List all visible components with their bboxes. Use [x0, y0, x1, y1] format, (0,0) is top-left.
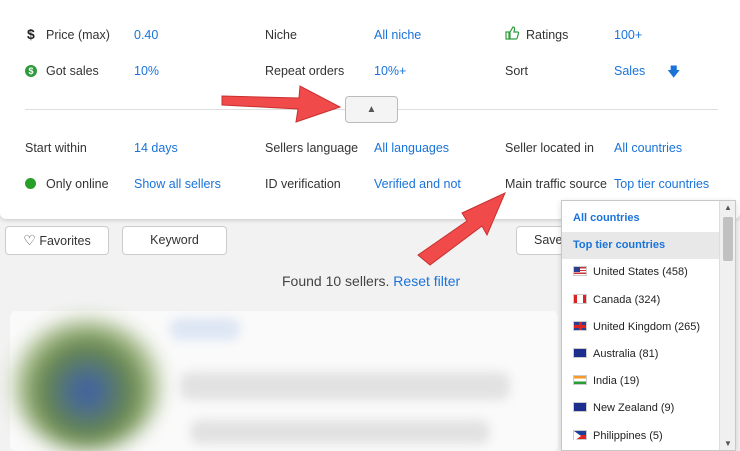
flag-ca-icon [573, 293, 587, 304]
ratings-label: Ratings [526, 28, 569, 42]
sort-label: Sort [505, 64, 528, 78]
flag-us-icon [573, 266, 587, 277]
traffic-source-dropdown: All countries Top tier countries United St… [561, 200, 736, 451]
seller-located-label: Seller located in [505, 141, 594, 155]
keyword-button[interactable]: Keyword [122, 226, 227, 255]
heart-icon: ♡ [23, 232, 36, 248]
collapse-filters-button[interactable]: ▲ [345, 96, 398, 123]
annotation-arrow-icon [221, 85, 342, 123]
dropdown-option[interactable]: United Kingdom (265) [562, 314, 722, 341]
found-count-text: Found 10 sellers. [282, 273, 390, 289]
sellers-language-value[interactable]: All languages [374, 141, 449, 155]
dollar-coin-icon: $ [25, 65, 37, 77]
seller-avatar [12, 318, 162, 451]
dropdown-option[interactable]: Philippines (5) [562, 423, 722, 450]
dropdown-option-label: United Kingdom (265) [593, 320, 701, 333]
got-sales-value[interactable]: 10% [134, 64, 159, 78]
dropdown-option[interactable]: New Zealand (9) [562, 395, 722, 422]
sort-value[interactable]: Sales [614, 64, 645, 78]
got-sales-label: Got sales [46, 64, 99, 78]
dropdown-option-label: Philippines (5) [593, 429, 663, 442]
price-label: Price (max) [46, 28, 110, 42]
thumbs-up-icon [505, 26, 519, 40]
start-within-value[interactable]: 14 days [134, 141, 178, 155]
seller-located-value[interactable]: All countries [614, 141, 682, 155]
sellers-language-label: Sellers language [265, 141, 359, 155]
dropdown-option-label: All countries [573, 212, 640, 224]
niche-value[interactable]: All niche [374, 28, 421, 42]
ratings-value[interactable]: 100+ [614, 28, 642, 42]
flag-ph-icon [573, 429, 587, 441]
start-within-label: Start within [25, 141, 87, 155]
seller-stats-blurred [190, 420, 490, 444]
annotation-arrow-icon [417, 191, 506, 266]
flag-gb-icon [573, 320, 587, 331]
filter-panel: $ Price (max) 0.40 Niche All niche Ratin… [0, 0, 740, 219]
flag-nz-icon [573, 402, 587, 413]
dropdown-option-label: India (19) [593, 375, 640, 388]
favorites-button[interactable]: ♡ Favorites [5, 226, 109, 255]
niche-label: Niche [265, 28, 297, 42]
traffic-source-value[interactable]: Top tier countries [614, 177, 709, 191]
reset-filter-link[interactable]: Reset filter [393, 273, 460, 289]
scroll-up-icon[interactable]: ▲ [720, 203, 736, 212]
dropdown-option-label: New Zealand (9) [593, 402, 675, 415]
online-status-icon [25, 178, 36, 189]
dropdown-scrollbar[interactable]: ▲ ▼ [719, 201, 735, 450]
favorites-label: Favorites [39, 234, 91, 248]
dropdown-option-label: Top tier countries [573, 239, 666, 252]
price-value[interactable]: 0.40 [134, 28, 158, 42]
seller-info-blurred [180, 372, 510, 400]
dropdown-option[interactable]: Canada (324) [562, 287, 722, 314]
dropdown-option[interactable]: Top tier countries [562, 232, 722, 260]
repeat-orders-label: Repeat orders [265, 64, 345, 78]
results-summary: Found 10 sellers. Reset filter [282, 273, 460, 289]
id-verification-label: ID verification [265, 177, 341, 191]
only-online-value[interactable]: Show all sellers [134, 177, 221, 191]
dropdown-option-label: United States (458) [593, 266, 688, 279]
dropdown-option[interactable]: United States (458) [562, 259, 722, 286]
flag-in-icon [573, 375, 587, 386]
dropdown-option[interactable]: India (19) [562, 368, 722, 395]
scroll-down-icon[interactable]: ▼ [720, 439, 736, 448]
traffic-source-label: Main traffic source [505, 177, 607, 191]
dropdown-option-label: Australia (81) [593, 348, 659, 360]
seller-name-blurred [170, 318, 240, 340]
flag-au-icon [573, 348, 587, 358]
dropdown-option[interactable]: All countries [562, 205, 722, 232]
sort-down-arrow-icon[interactable]: 🡇 [667, 63, 680, 85]
dollar-icon: $ [27, 26, 35, 42]
dropdown-option-label: Canada (324) [593, 293, 661, 306]
dropdown-option[interactable]: Australia (81) [562, 341, 722, 368]
only-online-label: Only online [46, 177, 109, 191]
repeat-orders-value[interactable]: 10%+ [374, 64, 406, 78]
scroll-thumb[interactable] [723, 217, 733, 261]
